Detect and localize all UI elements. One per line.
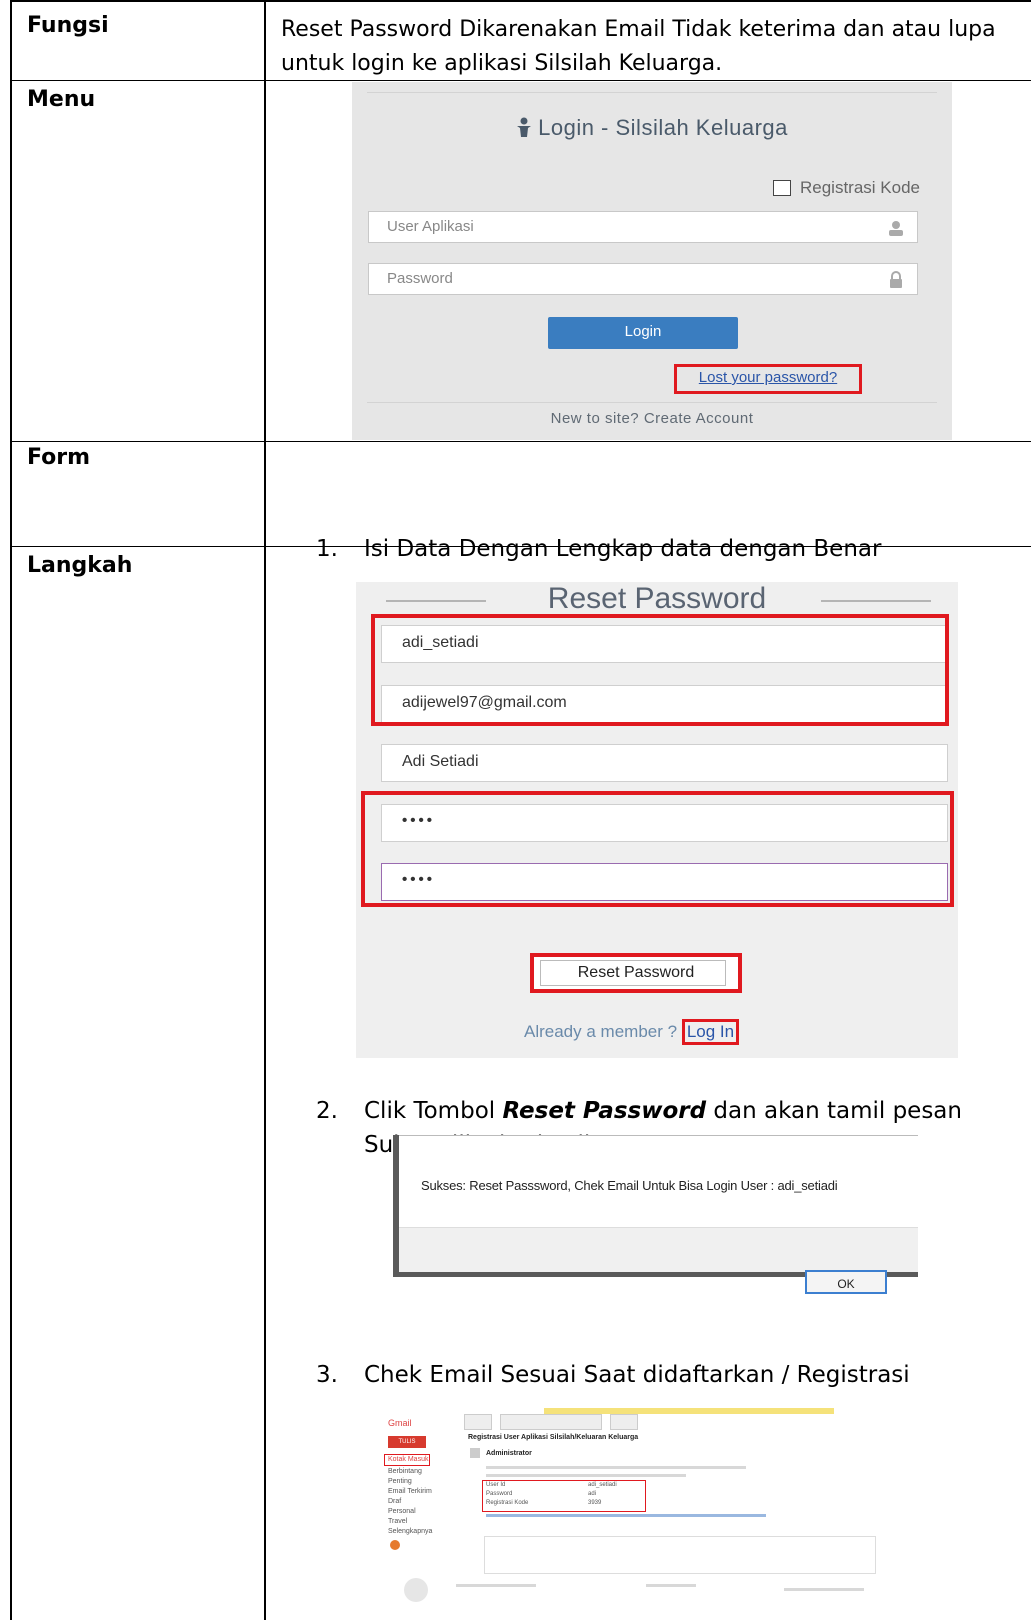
dialog-top-border <box>399 1135 918 1136</box>
log-in-link[interactable]: Log In <box>681 1019 740 1045</box>
login-top-rule <box>367 92 937 93</box>
lost-password-link[interactable]: Lost your password? <box>674 364 862 394</box>
gmail-footer-line-2 <box>646 1584 696 1587</box>
step-2-text-before: Clik Tombol <box>364 1098 503 1124</box>
gmail-sidebar-personal[interactable]: Personal <box>388 1508 416 1515</box>
login-button[interactable]: Login <box>548 317 738 349</box>
step-1-number: 1. <box>316 536 338 562</box>
login-bottom-rule <box>367 402 937 403</box>
reset-password-screenshot: Reset Password adi_setiadi adijewel97@gm… <box>356 582 958 1058</box>
gmail-footer-avatar <box>404 1578 428 1602</box>
gmail-sidebar-inbox[interactable]: Kotak Masuk <box>388 1456 428 1463</box>
gmail-credentials-highlight <box>482 1480 646 1512</box>
gmail-select-button[interactable] <box>464 1414 492 1430</box>
gmail-subject: Registrasi User Aplikasi Silsilah/Keluar… <box>468 1434 639 1441</box>
password-input[interactable]: Password <box>368 263 918 295</box>
gmail-toolbar[interactable] <box>500 1414 602 1430</box>
table-column-divider <box>264 0 266 1620</box>
row-label-fungsi: Fungsi <box>27 13 109 38</box>
gmail-sidebar-drafts[interactable]: Draf <box>388 1498 401 1505</box>
login-title-text: Login - Silsilah Keluarga <box>538 115 788 140</box>
gmail-avatar[interactable] <box>390 1540 400 1550</box>
fungsi-description: Reset Password Dikarenakan Email Tidak k… <box>281 17 996 76</box>
gmail-sidebar-starred[interactable]: Berbintang <box>388 1468 422 1475</box>
step-3-number: 3. <box>316 1362 338 1388</box>
table-outer-top <box>10 0 1031 2</box>
step-2-number: 2. <box>316 1098 338 1124</box>
gmail-compose-button[interactable]: TULIS <box>388 1436 426 1448</box>
dialog-footer <box>399 1227 918 1273</box>
gmail-footer-line-1 <box>456 1584 536 1587</box>
row-label-langkah: Langkah <box>27 553 133 578</box>
highlight-box-passwords <box>361 791 954 907</box>
user-icon <box>517 117 532 137</box>
gmail-sender-avatar <box>470 1448 480 1458</box>
gmail-reply-box[interactable] <box>484 1536 876 1574</box>
row-label-form: Form <box>27 445 91 470</box>
registrasi-label: Registrasi Kode <box>799 178 920 197</box>
login-title: Login - Silsilah Keluarga <box>352 115 952 141</box>
step-2-text-after: dan akan tamil pesan <box>706 1098 962 1124</box>
gmail-body-line-3 <box>486 1514 766 1517</box>
gmail-footer-line-3 <box>784 1588 864 1591</box>
registrasi-checkbox-row[interactable]: Registrasi Kode <box>772 178 920 198</box>
password-placeholder: Password <box>387 270 453 287</box>
user-aplikasi-input[interactable]: User Aplikasi <box>368 211 918 243</box>
gmail-logo: Gmail <box>388 1418 412 1428</box>
dialog-message: Sukses: Reset Passsword, Chek Email Untu… <box>421 1178 838 1193</box>
gmail-body-line-1 <box>486 1466 746 1469</box>
gmail-sidebar-sent[interactable]: Email Terkirim <box>388 1488 432 1495</box>
gmail-sidebar-more[interactable]: Selengkapnya <box>388 1528 432 1535</box>
highlight-box-username-email <box>371 614 949 726</box>
already-member-row: Already a member ? Log In <box>524 1019 740 1045</box>
step-2-text-bold: Reset Password <box>502 1098 707 1124</box>
row-label-menu: Menu <box>27 87 96 112</box>
step-2-text: Clik Tombol Reset Password dan akan tami… <box>364 1094 962 1128</box>
new-to-site-text[interactable]: New to site? Create Account <box>352 410 952 427</box>
table-left-border <box>10 0 12 1620</box>
gmail-sidebar-important[interactable]: Penting <box>388 1478 412 1485</box>
gmail-sender: Administrator <box>486 1450 532 1457</box>
gmail-body-line-2 <box>486 1474 686 1477</box>
already-member-text: Already a member ? <box>524 1022 678 1041</box>
dialog-ok-button[interactable]: OK <box>805 1270 887 1294</box>
gmail-screenshot: Gmail TULIS Kotak Masuk Berbintang Penti… <box>384 1408 939 1620</box>
success-dialog: Sukses: Reset Passsword, Chek Email Untu… <box>393 1135 918 1277</box>
reset-password-title: Reset Password <box>547 582 767 615</box>
reset-fullname-value: Adi Setiadi <box>402 753 479 770</box>
gmail-more-button[interactable] <box>610 1414 638 1430</box>
reset-password-button[interactable]: Reset Password <box>530 953 742 993</box>
user-aplikasi-placeholder: User Aplikasi <box>387 218 474 235</box>
registrasi-checkbox[interactable] <box>772 180 791 196</box>
reset-fullname-input[interactable]: Adi Setiadi <box>381 744 948 782</box>
login-screenshot: Login - Silsilah Keluarga Registrasi Kod… <box>352 82 952 440</box>
user-field-icon <box>889 221 903 236</box>
lock-icon <box>890 271 902 288</box>
reset-button-label: Reset Password <box>577 964 695 981</box>
row-divider-2 <box>10 441 1031 442</box>
step-3-text: Chek Email Sesuai Saat didaftarkan / Reg… <box>364 1362 910 1388</box>
gmail-sidebar-travel[interactable]: Travel <box>388 1518 407 1525</box>
step-1-text: Isi Data Dengan Lengkap data dengan Bena… <box>364 536 882 562</box>
